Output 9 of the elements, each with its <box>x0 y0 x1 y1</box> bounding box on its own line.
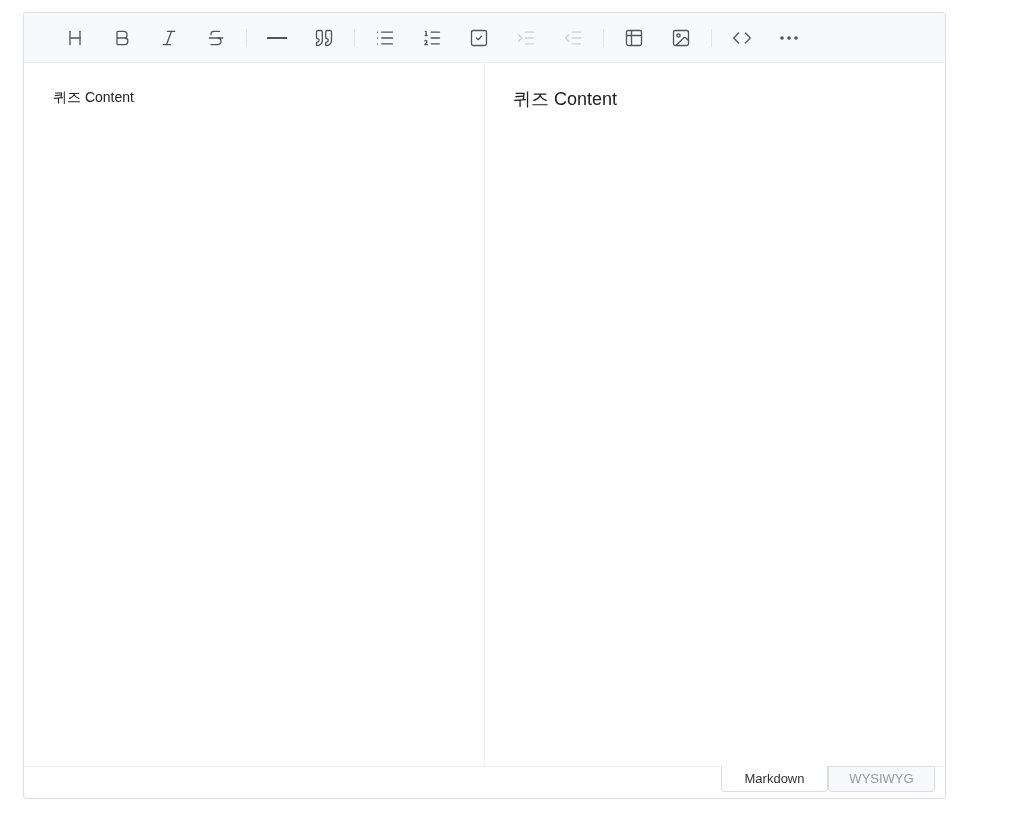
checkbox-icon <box>469 27 489 48</box>
table-icon <box>624 27 644 48</box>
image-icon <box>671 27 691 48</box>
markdown-text[interactable]: 퀴즈 Content <box>53 89 134 105</box>
quote-icon <box>314 27 334 48</box>
more-icon <box>780 35 798 40</box>
mode-tab[interactable]: Markdown <box>721 766 828 792</box>
preview-text: 퀴즈 Content <box>513 89 618 109</box>
horizontal-line-icon <box>267 36 287 39</box>
